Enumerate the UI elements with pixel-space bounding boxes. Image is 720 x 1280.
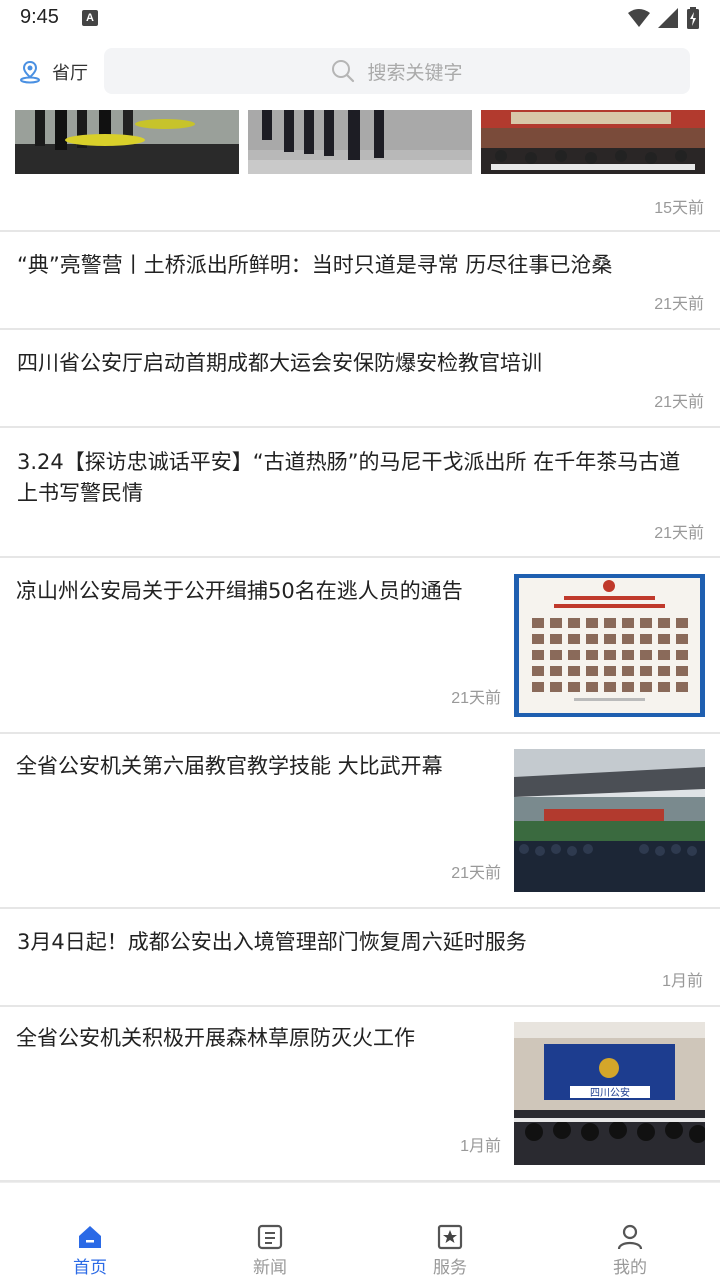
news-time: 21天前 — [654, 394, 704, 411]
nav-news[interactable]: 新闻 — [180, 1183, 360, 1280]
status-bar: 9:45 A — [0, 0, 720, 36]
news-thumbnail — [15, 110, 239, 174]
news-item-images[interactable] — [15, 110, 705, 174]
divider — [0, 328, 720, 330]
search-icon — [332, 60, 355, 83]
nav-home[interactable]: 首页 — [0, 1183, 180, 1280]
meeting-image: 四川公安 — [514, 1022, 705, 1165]
nav-services[interactable]: 服务 — [360, 1183, 540, 1280]
divider — [0, 1005, 720, 1007]
user-icon — [617, 1224, 643, 1250]
search-placeholder: 搜索关键字 — [367, 61, 463, 84]
location-selector[interactable]: 省厅 — [18, 58, 88, 86]
nav-profile-label: 我的 — [613, 1258, 647, 1278]
location-label: 省厅 — [52, 63, 88, 84]
news-time: 15天前 — [654, 200, 704, 217]
news-title[interactable]: 全省公安机关第六届教官教学技能 大比武开幕 — [16, 751, 506, 782]
news-thumbnail — [481, 110, 705, 174]
battery-icon — [687, 7, 699, 29]
divider — [0, 907, 720, 909]
nav-services-label: 服务 — [433, 1258, 467, 1278]
divider — [0, 230, 720, 232]
news-time: 21天前 — [451, 865, 501, 882]
signal-icon — [658, 8, 678, 28]
wifi-icon — [628, 9, 650, 27]
star-bookmark-icon — [437, 1224, 463, 1250]
news-title[interactable]: 四川省公安厅启动首期成都大运会安保防爆安检教官培训 — [17, 348, 707, 379]
notification-a-icon: A — [82, 10, 98, 26]
news-time: 1月前 — [460, 1138, 501, 1155]
home-icon — [79, 1226, 101, 1248]
news-thumbnail — [248, 110, 472, 174]
bottom-navigation: 首页 新闻 服务 我的 — [0, 1182, 720, 1280]
news-title[interactable]: 3月4日起！成都公安出入境管理部门恢复周六延时服务 — [17, 927, 707, 958]
nav-home-label: 首页 — [73, 1258, 107, 1278]
top-bar: 省厅 搜索关键字 — [0, 36, 720, 110]
poster-banner-text: 四川公安 — [590, 1086, 630, 1099]
news-time: 21天前 — [451, 690, 501, 707]
status-time: 9:45 — [20, 6, 59, 28]
news-time: 21天前 — [654, 296, 704, 313]
news-title[interactable]: “典”亮警营丨土桥派出所鲜明：当时只道是寻常 历尽往事已沧桑 — [17, 250, 707, 281]
divider — [0, 426, 720, 428]
divider — [0, 556, 720, 558]
location-pin-icon — [20, 60, 40, 84]
news-title[interactable]: 3.24【探访忠诚话平安】“古道热肠”的马尼干戈派出所 在千年茶马古道上书写警民… — [17, 447, 697, 509]
news-title[interactable]: 凉山州公安局关于公开缉捕50名在逃人员的通告 — [16, 576, 506, 607]
status-icons — [628, 7, 700, 29]
wanted-poster-image — [514, 574, 705, 717]
nav-news-label: 新闻 — [253, 1258, 287, 1278]
news-time: 1月前 — [662, 973, 703, 990]
news-time: 21天前 — [654, 525, 704, 542]
search-input[interactable]: 搜索关键字 — [104, 48, 690, 94]
stadium-image — [514, 749, 705, 892]
news-title[interactable]: 全省公安机关积极开展森林草原防灭火工作 — [16, 1023, 506, 1054]
divider — [0, 732, 720, 734]
news-icon — [257, 1224, 283, 1250]
nav-profile[interactable]: 我的 — [540, 1183, 720, 1280]
news-feed[interactable]: 15天前 “典”亮警营丨土桥派出所鲜明：当时只道是寻常 历尽往事已沧桑 21天前… — [0, 110, 720, 1182]
